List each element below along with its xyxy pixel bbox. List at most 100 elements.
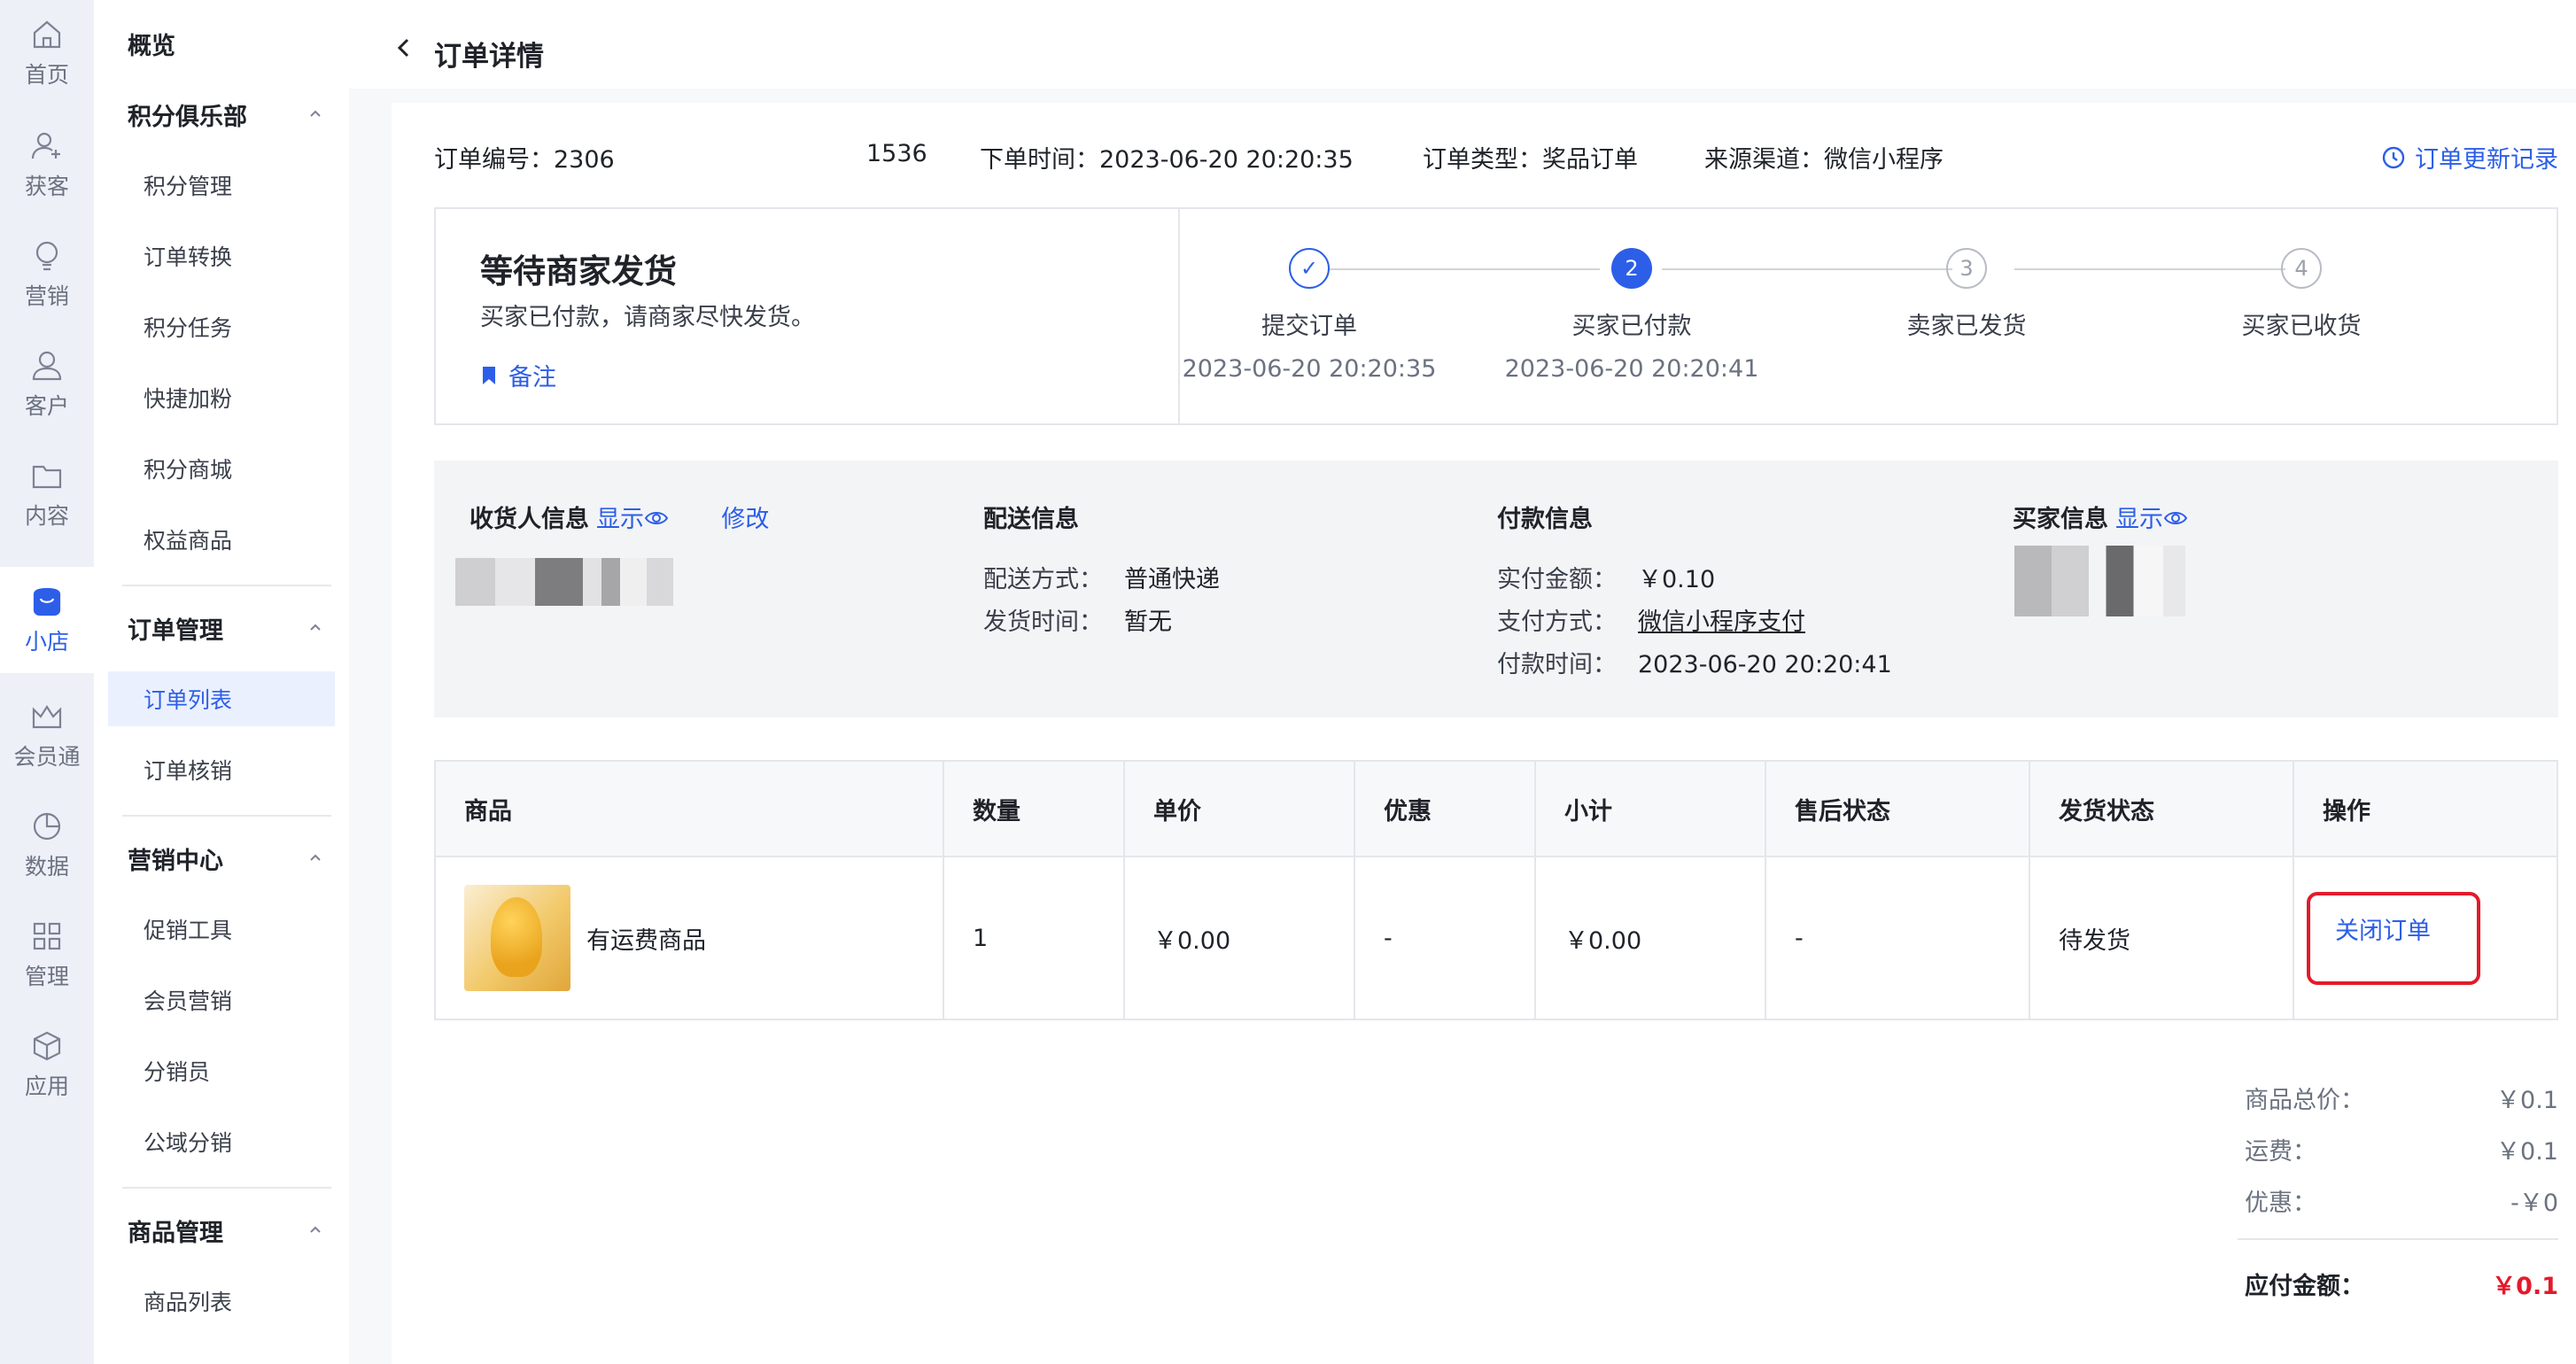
sidebar-item-order-list[interactable]: 订单列表 [108, 671, 335, 726]
rail-label: 小店 [24, 629, 69, 655]
payment-method-value[interactable]: 微信小程序支付 [1638, 608, 1805, 636]
delivery-method-label: 配送方式： [983, 566, 1103, 593]
ship-time-label: 发货时间： [983, 608, 1103, 636]
sidebar-item-order-convert[interactable]: 订单转换 [108, 229, 335, 283]
paid-amount: 实付金额： ￥0.10 [1497, 560, 1715, 594]
receiver-info-title: 收货人信息 [469, 506, 589, 533]
sidebar-item-overview[interactable]: 概览 [108, 16, 335, 71]
status-summary: 等待商家发货 买家已付款，请商家尽快发货。 备注 [436, 209, 1180, 423]
product-name: 有运费商品 [586, 926, 706, 955]
payment-method-label: 支付方式： [1497, 608, 1617, 636]
sidebar-item-quick-follow[interactable]: 快捷加粉 [108, 370, 335, 425]
chevron-left-icon[interactable] [395, 37, 413, 58]
cube-icon [33, 1031, 61, 1061]
sidebar-item-promo-tools[interactable]: 促销工具 [108, 902, 335, 957]
sidebar-item-points-task[interactable]: 积分任务 [108, 299, 335, 354]
delivery-method: 配送方式： 普通快递 [983, 560, 1220, 594]
buyer-info-title: 买家信息 [2013, 506, 2108, 533]
close-order-button[interactable]: 关闭订单 [2307, 891, 2480, 985]
step-label: 买家已付款 [1571, 313, 1692, 340]
payment-info-heading: 付款信息 [1497, 506, 1593, 533]
step-label: 买家已收货 [2241, 313, 2362, 340]
sidebar-item-public-distribution[interactable]: 公域分销 [108, 1114, 335, 1169]
status-title: 等待商家发货 [480, 252, 677, 291]
ship-status-cell: 待发货 [2029, 856, 2294, 1020]
sidebar-group-order-manage[interactable]: 订单管理 [108, 601, 335, 655]
product-image[interactable] [464, 885, 570, 991]
qty-cell: 1 [943, 856, 1125, 1020]
rail-manage[interactable]: 管理 [0, 902, 94, 1008]
order-type-label: 订单类型： [1423, 146, 1542, 174]
payment-time: 付款时间： 2023-06-20 20:20:41 [1497, 645, 1892, 679]
shop-icon [33, 587, 61, 616]
rail-acquire[interactable]: 获客 [0, 112, 94, 218]
order-info-panel: 收货人信息 显示 修改 配送信息 配送方式： 普通快递 发货时间： 暂无 付款信息 实… [434, 461, 2558, 717]
sidebar-item-goods-list[interactable]: 商品列表 [108, 1274, 335, 1329]
receiver-show-link[interactable]: 显示 [596, 506, 669, 533]
pie-chart-icon [33, 812, 61, 841]
payable-value: ￥0.1 [2492, 1273, 2558, 1300]
column-header: 单价 [1123, 760, 1355, 857]
rail-label: 数据 [24, 854, 69, 880]
rail-label: 管理 [24, 964, 69, 989]
sidebar-group-points-club[interactable]: 积分俱乐部 [108, 87, 335, 142]
order-number-start: 2306 [554, 146, 615, 174]
order-source-value: 微信小程序 [1824, 146, 1944, 174]
step-label: 卖家已发货 [1906, 313, 2027, 340]
note-label: 备注 [508, 364, 556, 391]
discount-label: 优惠： [2245, 1190, 2316, 1217]
order-update-log-link[interactable]: 订单更新记录 [2381, 140, 2558, 174]
receiver-edit-link[interactable]: 修改 [721, 506, 769, 533]
discount-value: -￥0 [2510, 1190, 2558, 1217]
after-sale-cell: - [1765, 856, 2030, 1020]
user-add-icon [31, 132, 60, 159]
rail-member[interactable]: 会员通 [0, 682, 94, 788]
freight-value: ￥0.1 [2496, 1138, 2558, 1166]
chevron-up-icon [310, 624, 321, 631]
order-type: 订单类型：奖品订单 [1423, 140, 1638, 174]
sidebar-item-distributor[interactable]: 分销员 [108, 1043, 335, 1098]
delivery-method-value: 普通快递 [1124, 566, 1220, 593]
product-cell: 有运费商品 [434, 856, 944, 1020]
receiver-show-label: 显示 [596, 506, 644, 533]
sidebar-item-member-marketing[interactable]: 会员营销 [108, 973, 335, 1027]
product-info: 有运费商品 [464, 885, 943, 991]
rail-label: 会员通 [13, 744, 81, 770]
order-number-label: 订单编号： [434, 146, 554, 174]
rail-customer[interactable]: 客户 [0, 331, 94, 438]
order-number-end: 1536 [866, 140, 927, 167]
rail-label: 客户 [24, 393, 69, 419]
order-type-value: 奖品订单 [1542, 146, 1638, 174]
sidebar-divider [122, 1187, 331, 1189]
sidebar-group-goods-manage[interactable]: 商品管理 [108, 1203, 335, 1258]
column-header: 售后状态 [1765, 760, 2030, 857]
sidebar-group-marketing-center[interactable]: 营销中心 [108, 831, 335, 886]
sidebar-item-order-verify[interactable]: 订单核销 [108, 742, 335, 797]
rail-data[interactable]: 数据 [0, 792, 94, 898]
rail-shop[interactable]: 小店 [0, 567, 94, 673]
sidebar-group-title: 营销中心 [128, 847, 223, 875]
table-header-row: 商品 数量 单价 优惠 小计 售后状态 发货状态 操作 [434, 760, 2558, 857]
receiver-info-heading: 收货人信息 显示 修改 [469, 500, 769, 534]
rail-home[interactable]: 首页 [0, 0, 94, 106]
sidebar-group-title: 订单管理 [128, 616, 223, 645]
order-items-table: 商品 数量 单价 优惠 小计 售后状态 发货状态 操作 有运费商品 1 ￥0.0… [434, 760, 2558, 1020]
step-label: 提交订单 [1261, 313, 1357, 340]
note-button[interactable]: 备注 [480, 358, 556, 392]
column-header: 操作 [2293, 760, 2558, 857]
user-icon [32, 351, 62, 381]
payable-label: 应付金额： [2245, 1273, 2364, 1300]
sidebar-divider [122, 585, 331, 586]
rail-content[interactable]: 内容 [0, 441, 94, 547]
sidebar-item-points-manage[interactable]: 积分管理 [108, 158, 335, 213]
sidebar-item-benefit-goods[interactable]: 权益商品 [108, 512, 335, 567]
rail-label: 营销 [24, 283, 69, 309]
chevron-up-icon [310, 110, 321, 117]
rail-marketing[interactable]: 营销 [0, 221, 94, 328]
freight-label: 运费： [2245, 1138, 2316, 1166]
column-header: 商品 [434, 760, 944, 857]
rail-apps[interactable]: 应用 [0, 1011, 94, 1118]
buyer-show-link[interactable]: 显示 [2115, 506, 2188, 533]
order-number: 订单编号：2306 [434, 140, 615, 174]
sidebar-item-points-mall[interactable]: 积分商城 [108, 441, 335, 496]
